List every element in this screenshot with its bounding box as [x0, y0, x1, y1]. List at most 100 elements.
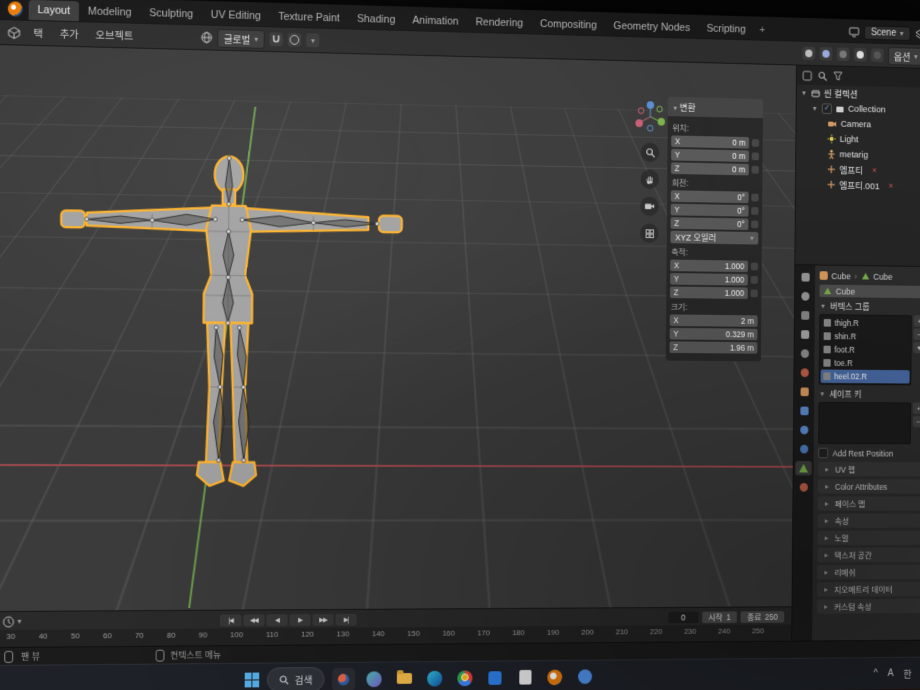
exclude-icon[interactable]: × — [872, 165, 877, 175]
camera-view-button[interactable] — [640, 196, 659, 216]
zoom-tool-button[interactable] — [641, 142, 660, 162]
tab-output[interactable] — [797, 308, 813, 323]
jump-to-end-button[interactable]: ▶| — [335, 613, 356, 625]
edge-browser-icon[interactable] — [424, 666, 447, 690]
transform-panel-header[interactable]: ▾ 변환 — [668, 97, 763, 118]
axis-navigation-gizmo[interactable] — [633, 98, 668, 135]
tab-modifiers[interactable] — [796, 404, 812, 418]
animate-dot-icon[interactable] — [751, 276, 758, 284]
chrome-browser-icon[interactable] — [454, 666, 477, 690]
next-keyframe-button[interactable]: ▶▶ — [312, 613, 333, 625]
tab-view-layer[interactable] — [796, 327, 812, 341]
options-dropdown[interactable]: 옵션▾ — [888, 46, 920, 65]
menu-add[interactable]: 추가 — [56, 24, 83, 44]
shading-rendered-icon[interactable] — [871, 48, 884, 62]
section-remesh[interactable]: ▸리메쉬 — [817, 565, 920, 580]
tab-material[interactable] — [795, 480, 811, 494]
animate-dot-icon[interactable] — [752, 166, 759, 174]
workspace-tab-compositing[interactable]: Compositing — [531, 14, 605, 35]
vertex-group-row[interactable]: shin.R — [821, 329, 910, 343]
frame-start-field[interactable]: 시작1 — [702, 611, 737, 623]
snapping-options-icon[interactable]: ▾ — [306, 33, 320, 47]
section-attributes[interactable]: ▸속성 — [818, 514, 920, 528]
workspace-tab-rendering[interactable]: Rendering — [467, 12, 532, 33]
add-rest-position-checkbox[interactable] — [818, 448, 828, 459]
animate-dot-icon[interactable] — [752, 152, 759, 160]
menu-object[interactable]: 오브젝트 — [91, 25, 137, 45]
tray-ime-korean[interactable]: 한 — [903, 666, 911, 680]
vertex-group-row[interactable]: thigh.R — [821, 316, 910, 330]
animate-dot-icon[interactable] — [751, 220, 758, 228]
start-button[interactable] — [245, 673, 260, 688]
prev-keyframe-button[interactable]: ◀◀ — [243, 614, 264, 626]
workspace-tab-scripting[interactable]: Scripting — [698, 19, 754, 40]
tab-object[interactable] — [796, 385, 812, 399]
mesh-datablock-field[interactable]: Cube — [819, 285, 920, 299]
location-y-field[interactable]: Y0 m — [671, 149, 749, 162]
view-layer-icon[interactable] — [915, 29, 920, 40]
section-texture-space[interactable]: ▸텍스처 공간 — [817, 548, 920, 563]
snap-magnet-icon[interactable] — [270, 32, 284, 46]
notepad-icon[interactable] — [514, 666, 537, 690]
tray-chevron[interactable]: ^ — [873, 669, 877, 680]
animate-dot-icon[interactable] — [752, 139, 759, 147]
breadcrumb-object[interactable]: Cube — [831, 271, 850, 281]
search-icon[interactable] — [818, 70, 828, 81]
workspace-tab-shading[interactable]: Shading — [348, 9, 404, 30]
taskbar-search[interactable]: 검색 — [267, 667, 325, 690]
tab-particles[interactable] — [796, 423, 812, 437]
section-normals[interactable]: ▸노멀 — [817, 531, 920, 545]
pan-hand-button[interactable] — [640, 169, 659, 189]
shape-keys-header[interactable]: ▾셰이프 키 — [819, 388, 920, 401]
tab-render[interactable] — [797, 289, 813, 304]
rotation-y-field[interactable]: Y0° — [671, 204, 749, 217]
tab-tool[interactable] — [797, 270, 813, 285]
workspace-tab-layout[interactable]: Layout — [29, 0, 80, 21]
breadcrumb-data[interactable]: Cube — [873, 271, 892, 281]
scale-z-field[interactable]: Z1.000 — [670, 287, 748, 299]
workspace-tab-sculpting[interactable]: Sculpting — [140, 3, 202, 25]
add-shape-key-button[interactable]: + — [913, 402, 920, 413]
chat-app-icon[interactable] — [574, 665, 596, 688]
location-x-field[interactable]: X0 m — [671, 135, 749, 148]
store-icon[interactable] — [484, 666, 507, 690]
vertex-group-specials-button[interactable]: ▾ — [913, 342, 920, 353]
workspace-tab-animation[interactable]: Animation — [404, 10, 467, 31]
rotation-mode-dropdown[interactable]: XYZ 오일러▾ — [670, 231, 758, 245]
viewport-3d[interactable]: ▾ 변환 위치: X0 m Y0 m Z0 m 회전: X0° Y0° Z0° … — [0, 45, 796, 611]
animate-dot-icon[interactable] — [751, 194, 758, 202]
vertex-group-row[interactable]: foot.R — [821, 343, 910, 357]
play-button[interactable]: ▶ — [289, 614, 310, 626]
vertex-group-row[interactable]: toe.R — [821, 356, 910, 370]
workspace-tab-modeling[interactable]: Modeling — [79, 1, 141, 23]
timeline-editor-icon[interactable] — [3, 615, 15, 627]
add-rest-position-row[interactable]: Add Rest Position — [818, 446, 920, 461]
frame-end-field[interactable]: 종료250 — [741, 611, 785, 623]
section-color-attributes[interactable]: ▸Color Attributes — [818, 479, 920, 493]
tray-lang-a[interactable]: A — [888, 668, 894, 679]
overlays-icon[interactable] — [819, 47, 832, 61]
proportional-editing-icon[interactable] — [288, 33, 302, 47]
rotation-x-field[interactable]: X0° — [671, 190, 749, 203]
tab-world[interactable] — [796, 365, 812, 379]
menu-select[interactable]: 택 — [29, 23, 47, 42]
character-model[interactable] — [31, 136, 428, 497]
add-workspace-button[interactable]: + — [754, 20, 771, 40]
section-face-maps[interactable]: ▸페이스 맵 — [818, 496, 920, 510]
section-custom-properties[interactable]: ▸커스텀 속성 — [817, 599, 920, 614]
vertex-group-row-selected[interactable]: heel.02.R — [821, 370, 910, 384]
filter-funnel-icon[interactable] — [833, 71, 843, 81]
section-geometry-data[interactable]: ▸지오메트리 데이터 — [817, 582, 920, 597]
jump-to-start-button[interactable]: |◀ — [220, 614, 241, 626]
toggle-ortho-button[interactable] — [640, 223, 659, 243]
task-view-icon[interactable] — [332, 667, 355, 690]
outliner-row-empty-001[interactable]: 엠프티.001 × — [796, 176, 920, 194]
vertex-groups-header[interactable]: ▾버텍스 그룹 — [819, 300, 920, 314]
workspace-tab-geometry-nodes[interactable]: Geometry Nodes — [605, 16, 698, 38]
editor-type-icon[interactable] — [8, 26, 21, 39]
tab-scene[interactable] — [796, 346, 812, 360]
add-vertex-group-button[interactable]: + — [914, 315, 920, 327]
workspace-tab-uv-editing[interactable]: UV Editing — [202, 5, 270, 27]
animate-dot-icon[interactable] — [751, 207, 758, 215]
outliner-display-icon[interactable] — [802, 70, 812, 81]
